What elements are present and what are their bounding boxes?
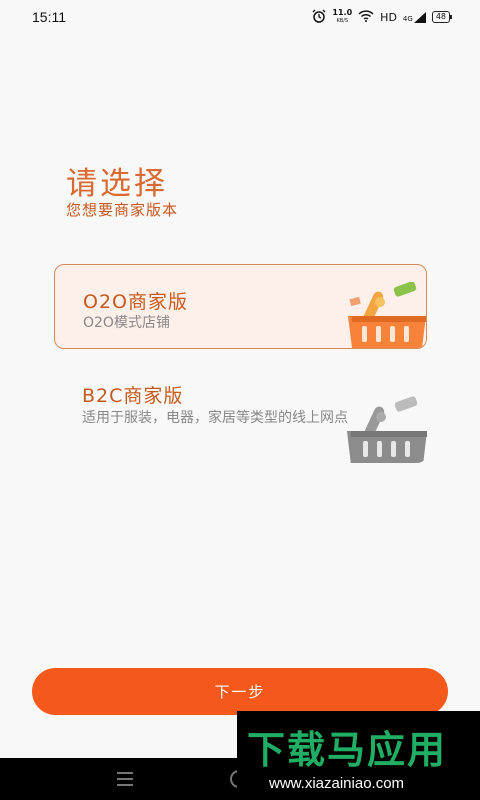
page-title: 请选择 (66, 166, 168, 202)
battery-icon: 48 (431, 11, 453, 23)
network-speed: 11.0 KB/S (332, 9, 352, 25)
shopping-basket-icon (347, 396, 427, 463)
network-speed-unit: KB/S (336, 18, 349, 24)
wifi-icon (358, 9, 374, 25)
network-speed-value: 11.0 (332, 8, 353, 17)
hd-label: HD (380, 10, 397, 24)
page-subtitle: 您想要商家版本 (66, 201, 179, 219)
option-title: O2O商家版 (83, 291, 188, 313)
menu-icon[interactable] (117, 772, 133, 790)
alarm-icon (312, 9, 326, 26)
watermark-url: www.xiazainiao.com (269, 775, 405, 792)
option-card-b2c[interactable]: B2C商家版 适用于服装，电器，家居等类型的线上网点 (54, 371, 427, 463)
option-description: 适用于服装，电器，家居等类型的线上网点 (82, 410, 348, 426)
watermark-text: 下载马应用 (247, 728, 448, 772)
option-description: O2O模式店铺 (83, 315, 170, 331)
status-icons: 11.0 KB/S HD 4G 48 (312, 9, 453, 26)
shopping-basket-icon (348, 282, 426, 348)
network-type: 4G (402, 14, 413, 23)
status-bar: 15:11 11.0 KB/S HD 4G 48 (0, 0, 480, 34)
option-card-o2o[interactable]: O2O商家版 O2O模式店铺 (54, 264, 427, 349)
option-title: B2C商家版 (82, 385, 184, 407)
signal-icon: 4G (402, 11, 426, 23)
watermark: 下载马应用 www.xiazainiao.com (237, 711, 480, 800)
next-button[interactable]: 下一步 (32, 668, 448, 715)
status-time: 15:11 (32, 9, 66, 25)
